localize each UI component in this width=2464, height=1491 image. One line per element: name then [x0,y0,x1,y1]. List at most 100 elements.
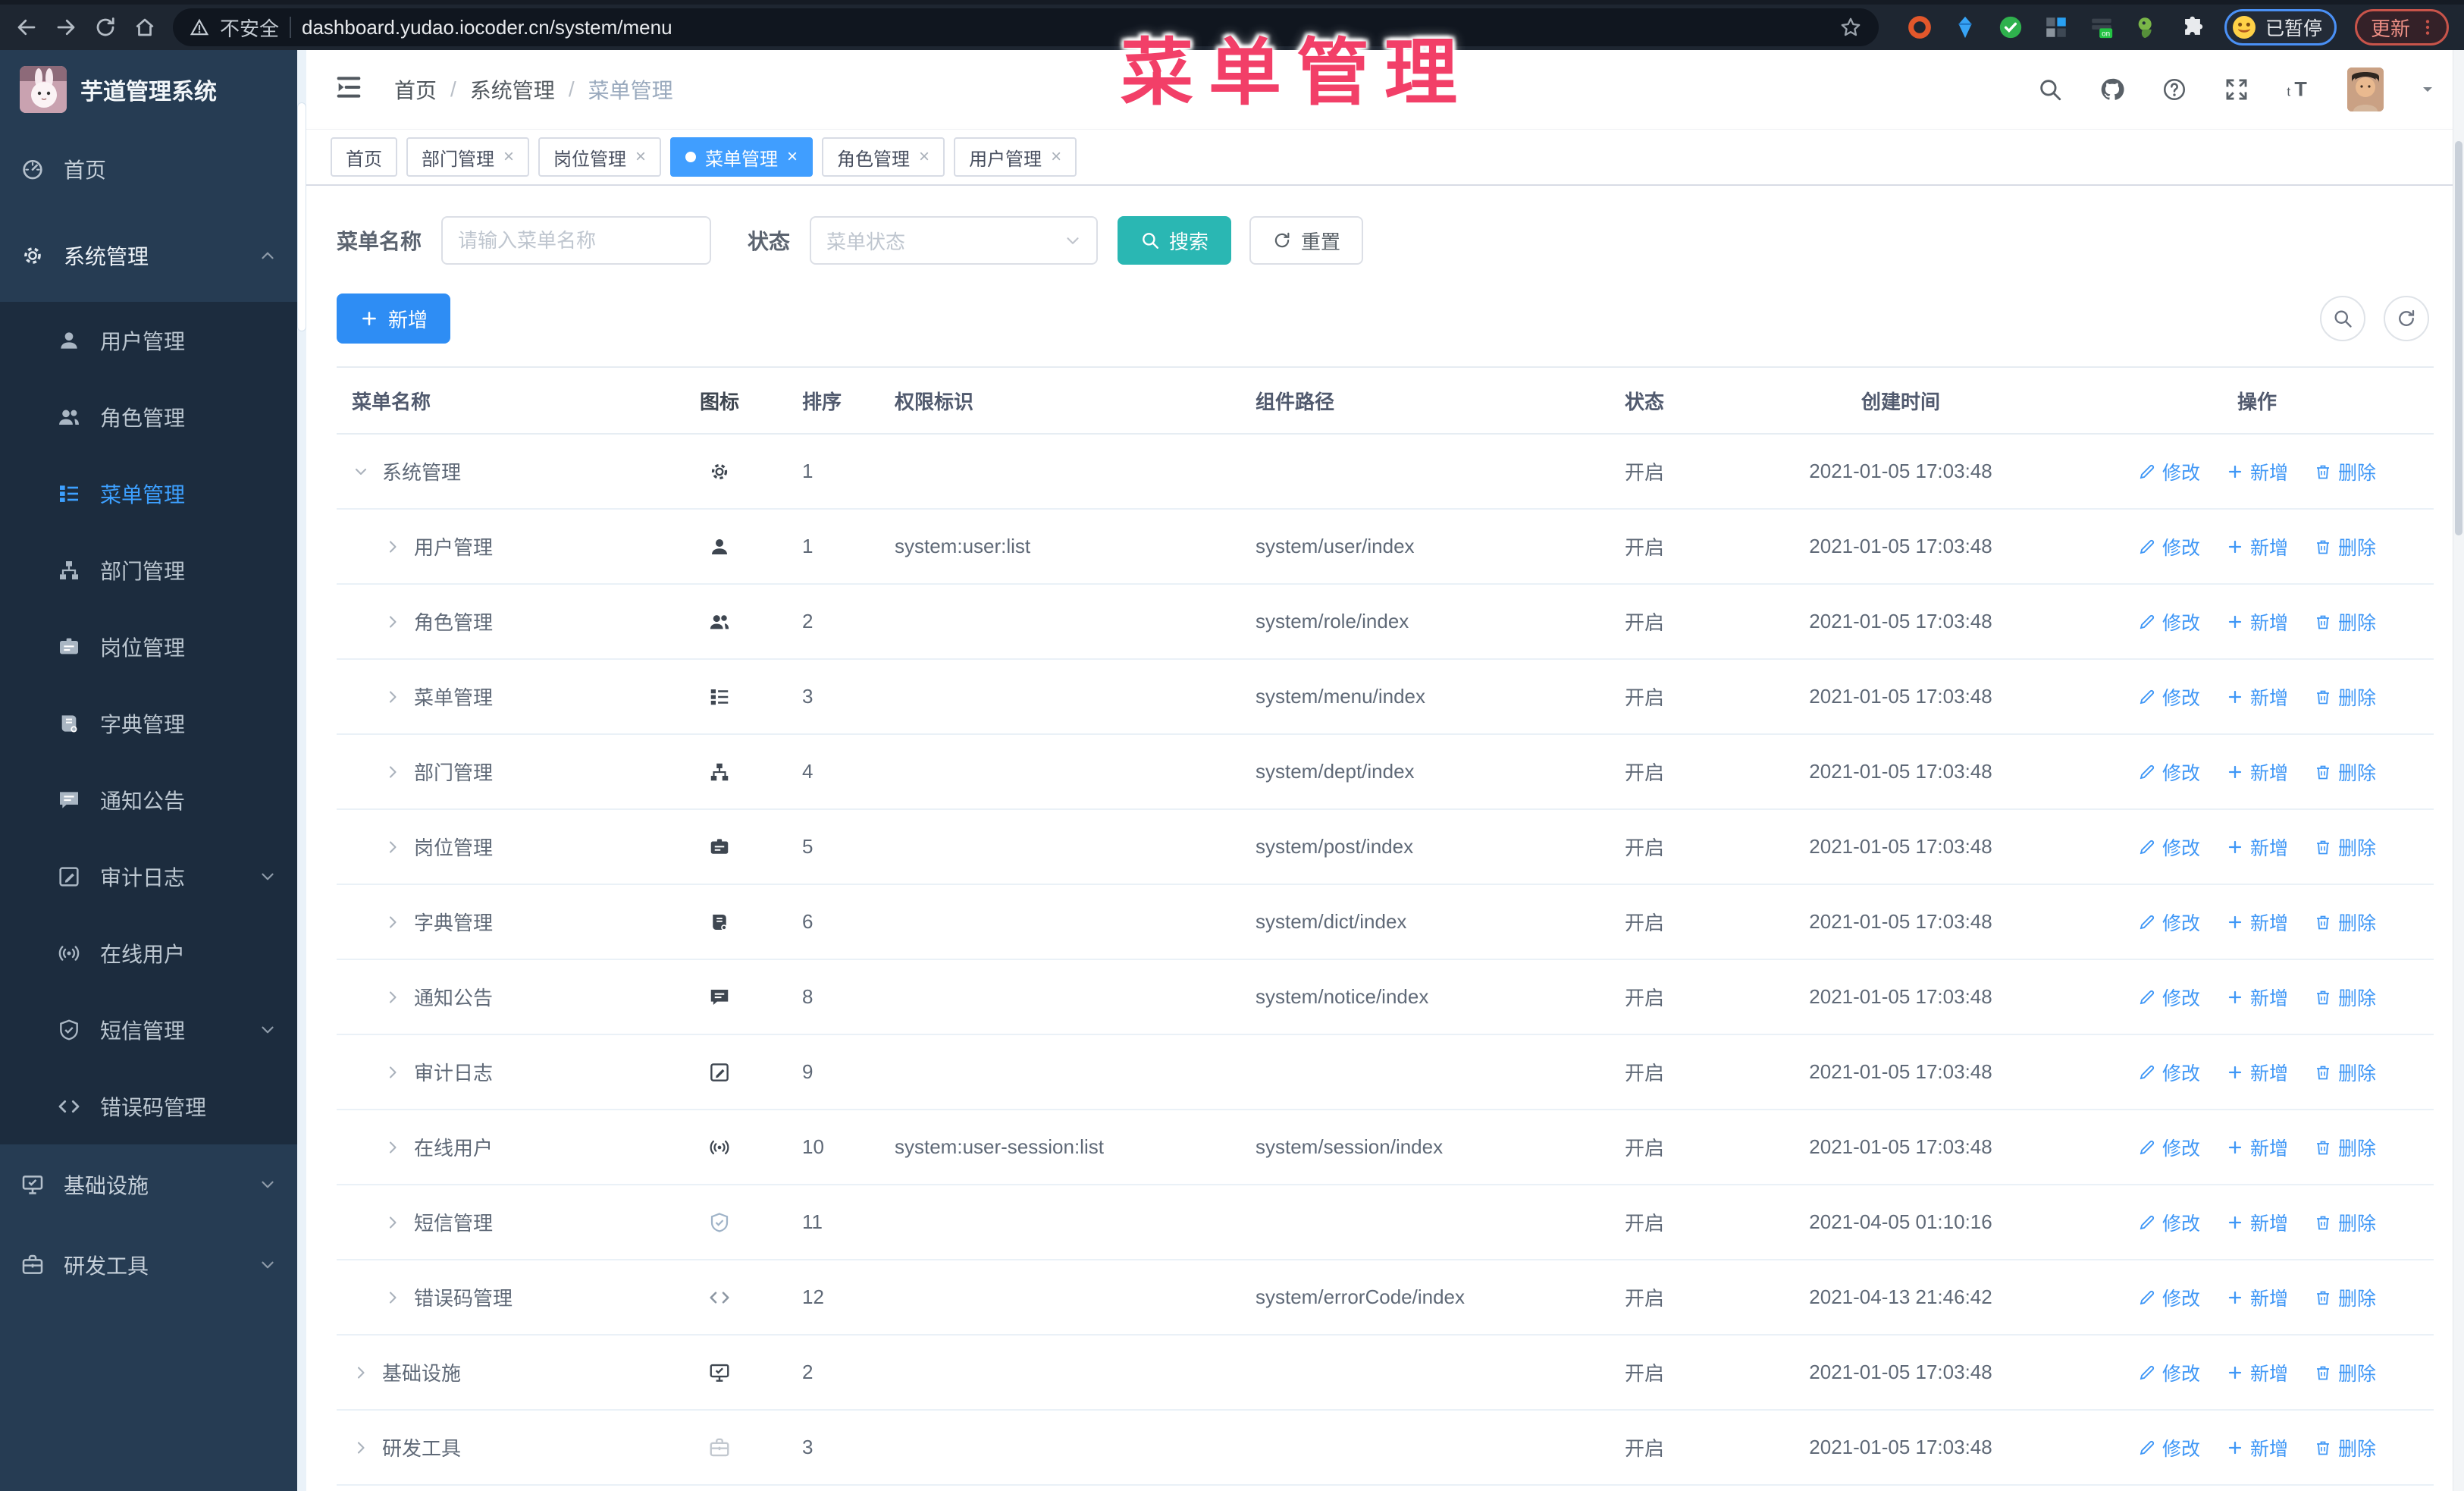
sidebar-item-home[interactable]: 首页 [0,129,297,209]
row-expand-arrow[interactable] [352,1364,370,1382]
user-avatar[interactable] [2347,67,2384,111]
op-edit-link[interactable]: 修改 [2138,984,2200,1011]
status-select[interactable]: 菜单状态 [810,216,1099,265]
op-edit-link[interactable]: 修改 [2138,608,2200,636]
row-expand-arrow[interactable] [384,1063,402,1081]
op-add-link[interactable]: 新增 [2226,458,2288,485]
op-edit-link[interactable]: 修改 [2138,758,2200,786]
op-edit-link[interactable]: 修改 [2138,458,2200,485]
browser-forward-icon[interactable] [50,11,82,43]
browser-reload-icon[interactable] [89,11,121,43]
op-delete-link[interactable]: 删除 [2314,909,2376,936]
op-delete-link[interactable]: 删除 [2314,1359,2376,1386]
op-delete-link[interactable]: 删除 [2314,758,2376,786]
op-edit-link[interactable]: 修改 [2138,833,2200,861]
ext-green-creature-icon[interactable] [2133,14,2161,41]
row-expand-arrow[interactable] [384,1213,402,1232]
url-bar[interactable]: 不安全 dashboard.yudao.iocoder.cn/system/me… [173,8,1879,46]
tab-home[interactable]: 首页 [331,137,397,177]
reset-button[interactable]: 重置 [1249,216,1364,265]
row-expand-arrow[interactable] [384,1289,402,1307]
op-delete-link[interactable]: 删除 [2314,683,2376,711]
row-expand-arrow[interactable] [384,913,402,931]
op-add-link[interactable]: 新增 [2226,1284,2288,1311]
sidebar-item-role[interactable]: 角色管理 [0,378,297,455]
sidebar-item-audit[interactable]: 审计日志 [0,838,297,915]
op-delete-link[interactable]: 删除 [2314,608,2376,636]
sidebar-item-notice[interactable]: 通知公告 [0,761,297,838]
row-expand-arrow[interactable] [352,463,370,481]
sidebar-collapse-icon[interactable] [334,72,368,107]
sidebar-item-system[interactable]: 系统管理 [0,209,297,302]
op-edit-link[interactable]: 修改 [2138,1359,2200,1386]
search-icon[interactable] [2036,76,2064,103]
browser-menu-dots-icon[interactable] [2418,17,2437,37]
row-expand-arrow[interactable] [352,1439,370,1457]
github-icon[interactable] [2099,76,2126,103]
tab-post[interactable]: 岗位管理 × [538,137,662,177]
op-edit-link[interactable]: 修改 [2138,1434,2200,1461]
tab-role[interactable]: 角色管理 × [822,137,945,177]
page-scrollbar-thumb[interactable] [2455,141,2462,535]
sidebar-item-post[interactable]: 岗位管理 [0,608,297,685]
browser-profile-chip[interactable]: 已暂停 [2224,9,2337,46]
sidebar-scrollbar[interactable] [297,50,306,1491]
ext-on-badge-icon[interactable]: on [2088,14,2115,41]
op-delete-link[interactable]: 删除 [2314,984,2376,1011]
op-delete-link[interactable]: 删除 [2314,1059,2376,1086]
font-size-icon[interactable]: tT [2285,76,2312,103]
row-expand-arrow[interactable] [384,1138,402,1157]
page-scrollbar[interactable] [2453,50,2464,1491]
op-add-link[interactable]: 新增 [2226,833,2288,861]
sidebar-item-infra[interactable]: 基础设施 [0,1144,297,1225]
op-add-link[interactable]: 新增 [2226,1209,2288,1236]
op-edit-link[interactable]: 修改 [2138,909,2200,936]
op-delete-link[interactable]: 删除 [2314,533,2376,560]
browser-update-button[interactable]: 更新 [2355,9,2450,46]
row-expand-arrow[interactable] [384,763,402,781]
op-edit-link[interactable]: 修改 [2138,683,2200,711]
sidebar-item-dict[interactable]: 字典管理 [0,685,297,761]
op-delete-link[interactable]: 删除 [2314,833,2376,861]
sidebar-item-dept[interactable]: 部门管理 [0,532,297,608]
sidebar-item-user[interactable]: 用户管理 [0,302,297,378]
breadcrumb-item[interactable]: 系统管理 [470,74,555,105]
op-add-link[interactable]: 新增 [2226,984,2288,1011]
op-add-link[interactable]: 新增 [2226,909,2288,936]
op-edit-link[interactable]: 修改 [2138,1134,2200,1161]
op-edit-link[interactable]: 修改 [2138,1284,2200,1311]
avatar-caret-down-icon[interactable] [2419,80,2437,99]
ext-green-check-icon[interactable] [1997,14,2024,41]
ext-orange-ring-icon[interactable] [1906,14,1933,41]
ext-blue-gem-icon[interactable] [1951,14,1979,41]
tab-close-icon[interactable]: × [635,148,646,166]
op-add-link[interactable]: 新增 [2226,758,2288,786]
op-delete-link[interactable]: 删除 [2314,1284,2376,1311]
op-add-link[interactable]: 新增 [2226,533,2288,560]
tab-user[interactable]: 用户管理 × [954,137,1077,177]
op-add-link[interactable]: 新增 [2226,1434,2288,1461]
browser-home-icon[interactable] [129,11,161,43]
op-delete-link[interactable]: 删除 [2314,1134,2376,1161]
extensions-puzzle-icon[interactable] [2179,14,2206,41]
op-add-link[interactable]: 新增 [2226,608,2288,636]
add-button[interactable]: 新增 [337,293,451,344]
tab-menu[interactable]: 菜单管理 × [670,137,813,177]
row-expand-arrow[interactable] [384,613,402,631]
sidebar-item-errcode[interactable]: 错误码管理 [0,1068,297,1144]
refresh-table-button[interactable] [2384,296,2429,341]
sidebar-logo[interactable]: 芋道管理系统 [0,50,297,129]
tab-dept[interactable]: 部门管理 × [406,137,530,177]
tab-close-icon[interactable]: × [1051,148,1061,166]
toggle-search-button[interactable] [2320,296,2365,341]
menu-name-input[interactable] [441,216,712,265]
fullscreen-icon[interactable] [2223,76,2250,103]
sidebar-scrollbar-thumb[interactable] [298,103,306,331]
browser-back-icon[interactable] [11,11,42,43]
row-expand-arrow[interactable] [384,688,402,706]
tab-close-icon[interactable]: × [503,148,514,166]
row-expand-arrow[interactable] [384,538,402,556]
op-edit-link[interactable]: 修改 [2138,1209,2200,1236]
ext-blue-squares-icon[interactable] [2042,14,2070,41]
op-edit-link[interactable]: 修改 [2138,1059,2200,1086]
